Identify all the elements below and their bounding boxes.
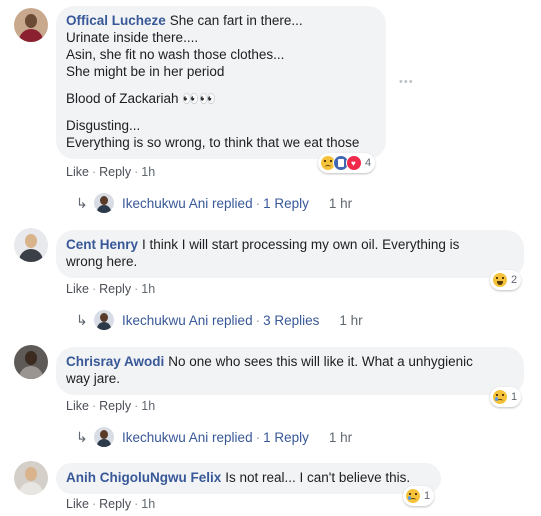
comment-text: Urinate inside there.... — [66, 30, 199, 45]
comment-text: I think I will start processing my own o… — [142, 237, 460, 252]
comment-bubble: Offical Lucheze She can fart in there... … — [56, 6, 386, 159]
comment-author[interactable]: Cent Henry — [66, 237, 138, 252]
reply-count[interactable]: 1 Reply — [263, 196, 309, 211]
sad-reaction-icon — [405, 488, 421, 504]
like-button[interactable]: Like — [66, 399, 89, 413]
avatar[interactable] — [14, 461, 48, 495]
reply-count[interactable]: 1 Reply — [263, 430, 309, 445]
comment-time[interactable]: 1h — [141, 497, 155, 511]
replier-name[interactable]: Ikechukwu Ani replied — [122, 313, 253, 328]
reaction-summary[interactable]: 1 — [490, 387, 522, 407]
comment-text: Blood of Zackariah 👀👀 — [66, 91, 216, 106]
reply-button[interactable]: Reply — [99, 165, 131, 179]
haha-reaction-icon — [492, 272, 508, 288]
avatar[interactable] — [14, 345, 48, 379]
comment-time[interactable]: 1h — [141, 165, 155, 179]
comment-actions: Like · Reply · 1h — [66, 399, 156, 413]
comment-text: She can fart in there... — [169, 13, 303, 28]
comment-text: No one who sees this will like it. What … — [168, 354, 473, 369]
view-replies[interactable]: ↳ Ikechukwu Ani replied · 3 Replies 1 hr — [76, 310, 363, 330]
view-replies[interactable]: ↳ Ikechukwu Ani replied · 1 Reply 1 hr — [76, 193, 352, 213]
comment-text: Asin, she fit no wash those clothes... — [66, 47, 285, 62]
like-button[interactable]: Like — [66, 282, 89, 296]
reply-button[interactable]: Reply — [99, 497, 131, 511]
comment-time[interactable]: 1h — [141, 282, 155, 296]
reaction-summary[interactable]: 1 — [403, 486, 435, 506]
avatar[interactable] — [14, 8, 48, 42]
reaction-summary[interactable]: 2 — [490, 270, 522, 290]
comment-actions: Like · Reply · 1h — [66, 165, 156, 179]
reply-button[interactable]: Reply — [99, 282, 131, 296]
reply-arrow-icon: ↳ — [76, 194, 88, 211]
reaction-summary[interactable]: ♥ 4 — [318, 153, 376, 173]
avatar — [94, 310, 114, 330]
reaction-count: 4 — [365, 157, 372, 169]
reaction-count: 2 — [511, 274, 518, 286]
avatar — [94, 427, 114, 447]
reply-time: 1 hr — [328, 195, 353, 211]
comment-text: Is not real... I can't believe this. — [225, 470, 411, 485]
reaction-count: 1 — [511, 391, 518, 403]
comment-text: wrong here. — [66, 254, 138, 269]
reply-button[interactable]: Reply — [99, 399, 131, 413]
replier-name[interactable]: Ikechukwu Ani replied — [122, 430, 253, 445]
reaction-count: 1 — [424, 490, 431, 502]
comment-bubble: Chrisray Awodi No one who sees this will … — [56, 347, 524, 395]
reply-arrow-icon: ↳ — [76, 311, 88, 328]
more-options-icon[interactable]: ••• — [399, 76, 414, 88]
comment-text: She might be in her period — [66, 64, 225, 79]
comment-author[interactable]: Chrisray Awodi — [66, 354, 164, 369]
reply-count[interactable]: 3 Replies — [263, 313, 319, 328]
comment-actions: Like · Reply · 1h — [66, 282, 156, 296]
like-button[interactable]: Like — [66, 497, 89, 511]
avatar — [94, 193, 114, 213]
comment-actions: Like · Reply · 1h — [66, 497, 156, 511]
comment-bubble: Anih ChigoluNgwu Felix Is not real... I c… — [56, 463, 441, 494]
sad-reaction-icon — [492, 389, 508, 405]
reply-arrow-icon: ↳ — [76, 428, 88, 445]
avatar[interactable] — [14, 228, 48, 262]
view-replies[interactable]: ↳ Ikechukwu Ani replied · 1 Reply 1 hr — [76, 427, 352, 447]
replier-name[interactable]: Ikechukwu Ani replied — [122, 196, 253, 211]
comment-text: Disgusting... — [66, 118, 141, 133]
like-button[interactable]: Like — [66, 165, 89, 179]
comment-text: Everything is so wrong, to think that we… — [66, 135, 360, 150]
comment-time[interactable]: 1h — [141, 399, 155, 413]
comment-bubble: Cent Henry I think I will start processin… — [56, 230, 524, 278]
comment-text: way jare. — [66, 371, 121, 386]
love-reaction-icon: ♥ — [346, 155, 362, 171]
comment-author[interactable]: Offical Lucheze — [66, 13, 166, 28]
reply-time: 1 hr — [328, 429, 353, 445]
reply-time: 1 hr — [339, 312, 363, 328]
comment-author[interactable]: Anih ChigoluNgwu Felix — [66, 470, 221, 485]
